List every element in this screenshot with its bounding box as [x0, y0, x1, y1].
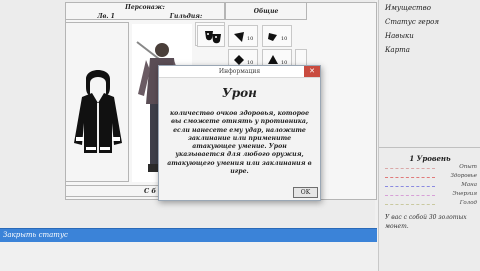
experience-label: Опыт: [459, 164, 477, 170]
right-panel-divider: [379, 147, 480, 148]
general-label: Общие: [253, 8, 279, 15]
dialog-heading: Урон: [222, 86, 257, 100]
info-dialog: Информация ✕ Урон количество очков здоро…: [158, 65, 321, 201]
close-status-label: Закрыть статус: [3, 231, 68, 239]
general-header: Общие: [225, 2, 307, 20]
mana-label: Мана: [461, 182, 477, 188]
dialog-title: Информация: [218, 68, 261, 75]
dialog-body: количество очков здоровья, которое вы см…: [167, 110, 312, 176]
close-icon[interactable]: ✕: [304, 66, 320, 77]
stat-row-energy: Энергия: [385, 191, 477, 199]
right-panel: Имущество Статус героя Навыки Карта 1 Ур…: [378, 0, 480, 271]
energy-bar: [385, 195, 435, 196]
energy-label: Энергия: [452, 191, 477, 197]
close-status-bar[interactable]: Закрыть статус: [0, 228, 377, 242]
skill-icon-b: [268, 33, 277, 41]
stat-row-hunger: Голод: [385, 200, 477, 208]
menu-item-hero-status[interactable]: Статус героя: [385, 18, 439, 26]
menu-item-skills[interactable]: Навыки: [385, 32, 414, 40]
stat-row-health: Здоровье: [385, 173, 477, 181]
guild-label: Гильдия:: [169, 13, 203, 20]
health-label: Здоровье: [450, 173, 477, 179]
health-bar: [385, 177, 435, 178]
stat-value-a: 10: [247, 36, 254, 42]
theater-masks-icon: [205, 31, 221, 44]
footer-label: С б: [144, 187, 157, 195]
character-name-label: Персонаж:: [125, 4, 165, 11]
mana-bar: [385, 186, 435, 187]
level-title: 1 Уровень: [409, 154, 451, 163]
stat-cell-2[interactable]: [197, 25, 225, 47]
skill-icon-a: [234, 32, 244, 42]
level-label: Лв. 1: [97, 13, 115, 20]
menu-item-map[interactable]: Карта: [385, 46, 410, 54]
stat-row-experience: Опыт: [385, 164, 477, 172]
stat-row-mana: Мана: [385, 182, 477, 190]
hunger-label: Голод: [459, 200, 477, 206]
gold-text: У вас с собой 30 золотых монет.: [385, 214, 467, 230]
stat-value-b: 10: [281, 36, 288, 42]
menu-item-inventory[interactable]: Имущество: [385, 4, 431, 12]
stat-cell-3[interactable]: 10: [228, 25, 258, 47]
hunger-bar: [385, 204, 435, 205]
experience-bar: [385, 168, 435, 169]
jacket-icon: [74, 70, 122, 153]
character-header: Персонаж: Лв. 1 Гильдия:: [65, 2, 225, 20]
stat-cell-4[interactable]: 10: [262, 25, 292, 47]
equipment-slot-body[interactable]: [65, 22, 129, 182]
ok-button[interactable]: OK: [293, 187, 318, 198]
dialog-titlebar: Информация ✕: [159, 66, 320, 78]
